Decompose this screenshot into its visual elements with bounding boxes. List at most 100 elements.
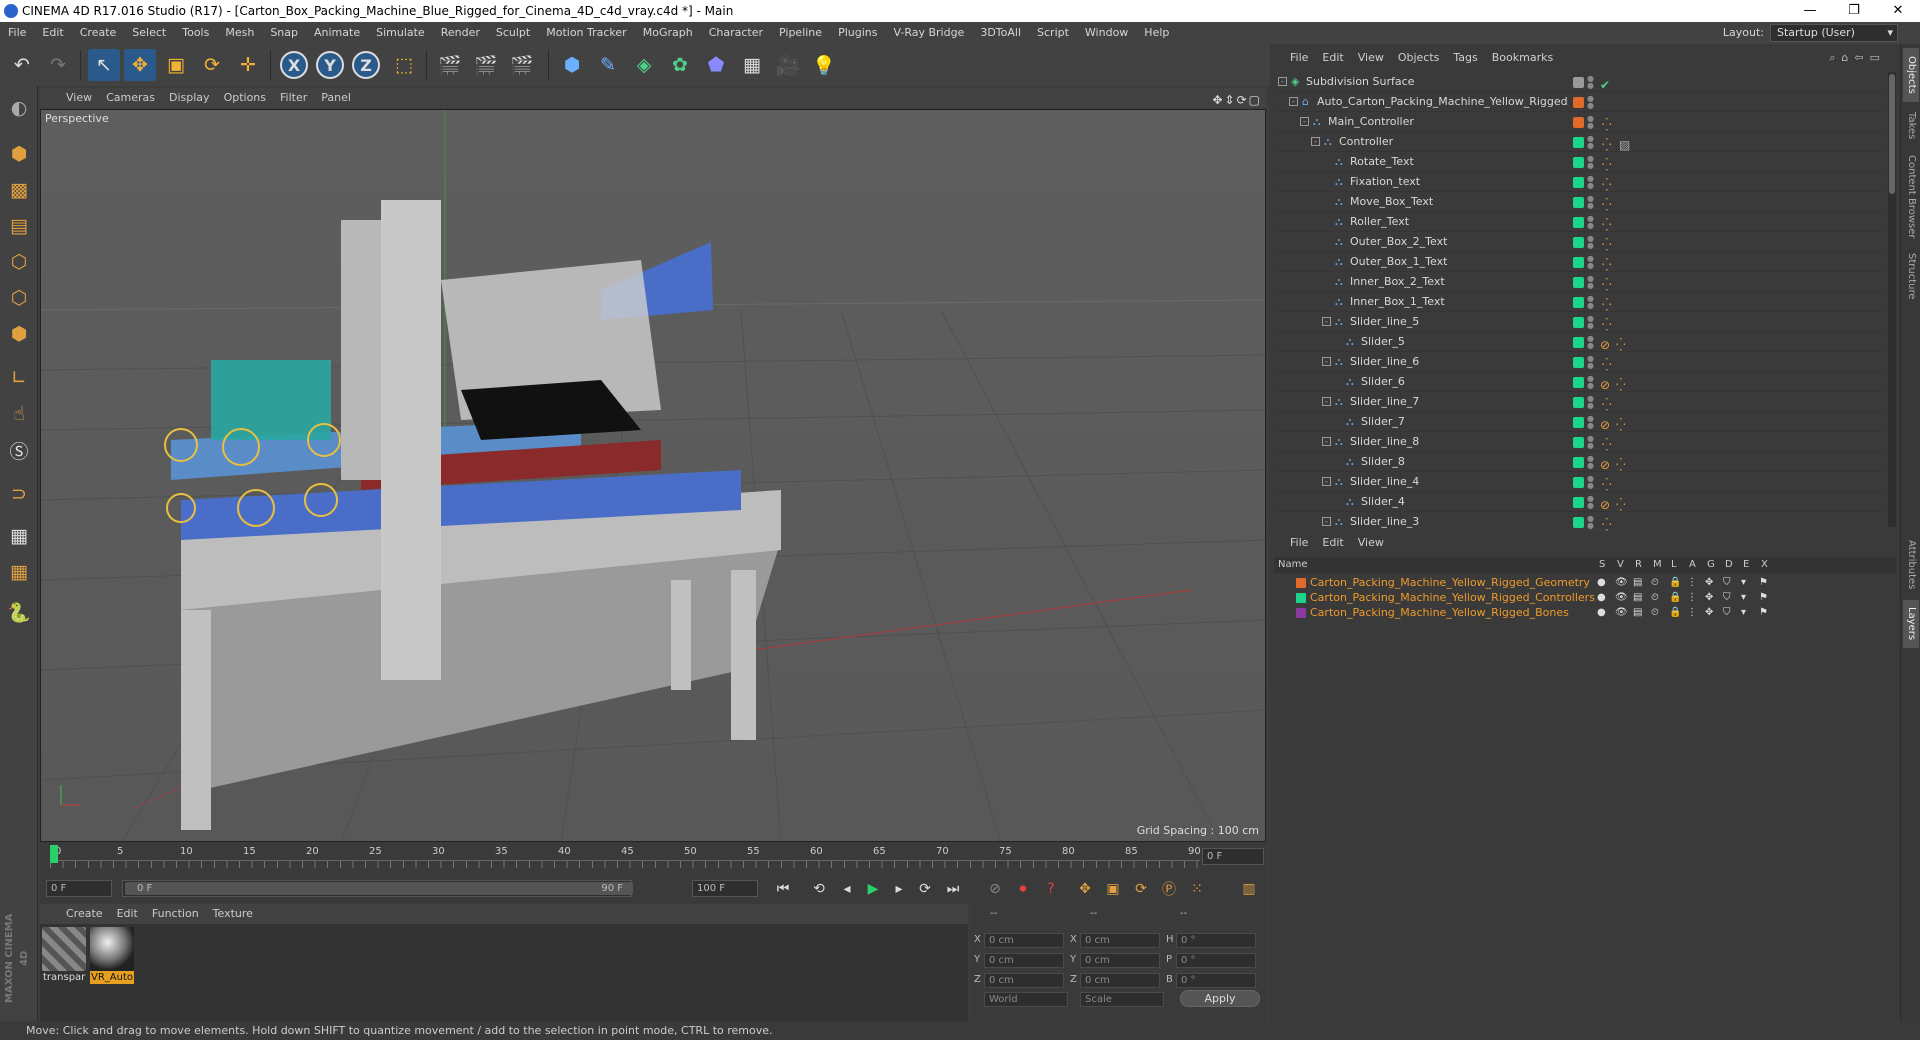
previous-key-icon[interactable]: ⟲ bbox=[808, 878, 830, 900]
expand-toggle-icon[interactable]: - bbox=[1322, 357, 1331, 366]
visibility-dots-icon[interactable]: ● ● bbox=[1587, 275, 1594, 290]
animation-icon[interactable]: ⋮ bbox=[1687, 575, 1697, 590]
visibility-dots-icon[interactable]: ● ● bbox=[1587, 215, 1594, 230]
xref-icon[interactable]: ⚑ bbox=[1759, 605, 1768, 620]
python-icon[interactable]: 🐍 bbox=[3, 596, 35, 628]
menu-help[interactable]: Help bbox=[1136, 22, 1177, 44]
menu-character[interactable]: Character bbox=[701, 22, 771, 44]
menu-3dtoall[interactable]: 3DToAll bbox=[972, 22, 1029, 44]
tab-attributes[interactable]: Attributes bbox=[1903, 534, 1919, 596]
layer-color-swatch[interactable] bbox=[1573, 117, 1584, 128]
tab-objects[interactable]: Objects bbox=[1903, 48, 1919, 102]
menu-mograph[interactable]: MoGraph bbox=[635, 22, 701, 44]
y-axis-lock-button[interactable]: Y bbox=[316, 51, 344, 79]
timeline-ruler[interactable]: 0 5 10 15 20 25 30 35 40 45 50 55 60 65 … bbox=[40, 842, 1266, 874]
layer-color-swatch[interactable] bbox=[1573, 177, 1584, 188]
expand-toggle-icon[interactable]: - bbox=[1300, 117, 1309, 126]
object-name[interactable]: Move_Box_Text bbox=[1350, 192, 1433, 212]
layer-color-swatch[interactable] bbox=[1296, 593, 1306, 603]
object-row[interactable]: ⛬ Roller_Text ● ● ⁛ bbox=[1274, 212, 1886, 232]
menu-sculpt[interactable]: Sculpt bbox=[488, 22, 538, 44]
obj-menu-tags[interactable]: Tags bbox=[1446, 48, 1484, 68]
z-axis-lock-button[interactable]: Z bbox=[352, 51, 380, 79]
object-row[interactable]: - ⌂ Auto_Carton_Packing_Machine_Yellow_Rig… bbox=[1274, 92, 1886, 112]
tab-takes[interactable]: Takes bbox=[1903, 106, 1919, 146]
layer-color-swatch[interactable] bbox=[1573, 257, 1584, 268]
menu-render[interactable]: Render bbox=[433, 22, 488, 44]
layer-name[interactable]: Carton_Packing_Machine_Yellow_Rigged_Geo… bbox=[1310, 575, 1590, 590]
visible-icon[interactable]: 👁 bbox=[1615, 590, 1628, 605]
cube-object-button[interactable]: ⬢ bbox=[556, 49, 588, 81]
timeline-scale[interactable]: 0 5 10 15 20 25 30 35 40 45 50 55 60 65 … bbox=[50, 846, 1201, 860]
go-to-start-icon[interactable]: ⏮ bbox=[772, 878, 794, 900]
object-name[interactable]: Fixation_text bbox=[1350, 172, 1420, 192]
tab-content-browser[interactable]: Content Browser bbox=[1903, 150, 1919, 244]
render-view-button[interactable]: 🎬 bbox=[434, 49, 466, 81]
solo-icon[interactable]: ● bbox=[1597, 605, 1606, 620]
expand-toggle-icon[interactable]: - bbox=[1322, 317, 1331, 326]
subdivision-surface-button[interactable]: ◈ bbox=[628, 49, 660, 81]
rotate-tool-button[interactable]: ⟳ bbox=[196, 49, 228, 81]
object-name[interactable]: Slider_line_3 bbox=[1350, 512, 1419, 532]
expand-toggle-icon[interactable]: - bbox=[1322, 477, 1331, 486]
visibility-dots-icon[interactable]: ● ● bbox=[1587, 95, 1594, 110]
deformers-icon[interactable]: ⛉ bbox=[1723, 575, 1731, 590]
workplane-icon[interactable]: ▦ bbox=[3, 520, 35, 552]
obj-menu-file[interactable]: File bbox=[1270, 48, 1315, 68]
minimize-button[interactable]: — bbox=[1788, 0, 1832, 22]
visibility-dots-icon[interactable]: ● ● bbox=[1587, 515, 1594, 530]
menu-simulate[interactable]: Simulate bbox=[368, 22, 433, 44]
manager-icon[interactable]: ⏲ bbox=[1651, 575, 1659, 590]
previous-frame-icon[interactable]: ◂ bbox=[836, 878, 858, 900]
object-name[interactable]: Outer_Box_1_Text bbox=[1350, 252, 1447, 272]
viewport-menu-filter[interactable]: Filter bbox=[273, 88, 314, 108]
visibility-dots-icon[interactable]: ● ● bbox=[1587, 375, 1594, 390]
material-swatch-transparent[interactable] bbox=[42, 927, 86, 971]
layer-color-swatch[interactable] bbox=[1573, 477, 1584, 488]
generators-icon[interactable]: ✥ bbox=[1705, 605, 1713, 620]
object-name[interactable]: Slider_4 bbox=[1361, 492, 1405, 512]
deformers-icon[interactable]: ⛉ bbox=[1723, 590, 1731, 605]
object-row[interactable]: ⛬ Slider_6 ● ● ⊘ ⁛ bbox=[1274, 372, 1886, 392]
current-frame-field[interactable]: 0 F bbox=[1202, 848, 1264, 865]
layer-color-swatch[interactable] bbox=[1573, 97, 1584, 108]
visibility-dots-icon[interactable]: ● ● bbox=[1587, 75, 1594, 90]
edges-mode-icon[interactable]: ⬡ bbox=[3, 282, 35, 314]
coordinate-system-button[interactable]: ⬚ bbox=[388, 49, 420, 81]
layer-color-swatch[interactable] bbox=[1573, 397, 1584, 408]
restore-button[interactable]: ❐ bbox=[1832, 0, 1876, 22]
menu-mesh[interactable]: Mesh bbox=[217, 22, 262, 44]
object-row[interactable]: - ⛬ Slider_line_7 ● ● ⁛ bbox=[1274, 392, 1886, 412]
layer-color-swatch[interactable] bbox=[1573, 357, 1584, 368]
animation-icon[interactable]: ⋮ bbox=[1687, 605, 1697, 620]
layer-color-swatch[interactable] bbox=[1573, 417, 1584, 428]
key-scale-icon[interactable]: ▣ bbox=[1102, 878, 1124, 900]
visibility-dots-icon[interactable]: ● ● bbox=[1587, 135, 1594, 150]
layer-row[interactable]: Carton_Packing_Machine_Yellow_Rigged_Bon… bbox=[1274, 605, 1896, 620]
axis-mode-icon[interactable]: ∟ bbox=[3, 362, 35, 394]
object-name[interactable]: Slider_7 bbox=[1361, 412, 1405, 432]
layer-color-swatch[interactable] bbox=[1573, 217, 1584, 228]
model-mode-icon[interactable]: ⬢ bbox=[3, 138, 35, 170]
visibility-dots-icon[interactable]: ● ● bbox=[1587, 435, 1594, 450]
viewport-menu-display[interactable]: Display bbox=[162, 88, 217, 108]
obj-menu-bookmarks[interactable]: Bookmarks bbox=[1485, 48, 1560, 68]
object-name[interactable]: Slider_line_8 bbox=[1350, 432, 1419, 452]
live-selection-button[interactable]: ↖ bbox=[88, 49, 120, 81]
object-name[interactable]: Rotate_Text bbox=[1350, 152, 1414, 172]
menu-animate[interactable]: Animate bbox=[306, 22, 368, 44]
xref-icon[interactable]: ⚑ bbox=[1759, 590, 1768, 605]
rotation-p-field[interactable]: 0 ° bbox=[1176, 953, 1256, 968]
layer-color-swatch[interactable] bbox=[1573, 517, 1584, 528]
menu-file[interactable]: File bbox=[0, 22, 34, 44]
menu-snap[interactable]: Snap bbox=[262, 22, 306, 44]
layer-menu-file[interactable]: File bbox=[1270, 533, 1315, 553]
visibility-dots-icon[interactable]: ● ● bbox=[1587, 415, 1594, 430]
expressions-icon[interactable]: ▾ bbox=[1741, 575, 1746, 590]
object-row[interactable]: - ◈ Subdivision Surface ● ● ✔ bbox=[1274, 72, 1886, 92]
position-z-field[interactable]: 0 cm bbox=[984, 973, 1064, 988]
menu-select[interactable]: Select bbox=[124, 22, 174, 44]
visibility-dots-icon[interactable]: ● ● bbox=[1587, 175, 1594, 190]
object-name[interactable]: Inner_Box_1_Text bbox=[1350, 292, 1445, 312]
layer-color-swatch[interactable] bbox=[1573, 317, 1584, 328]
